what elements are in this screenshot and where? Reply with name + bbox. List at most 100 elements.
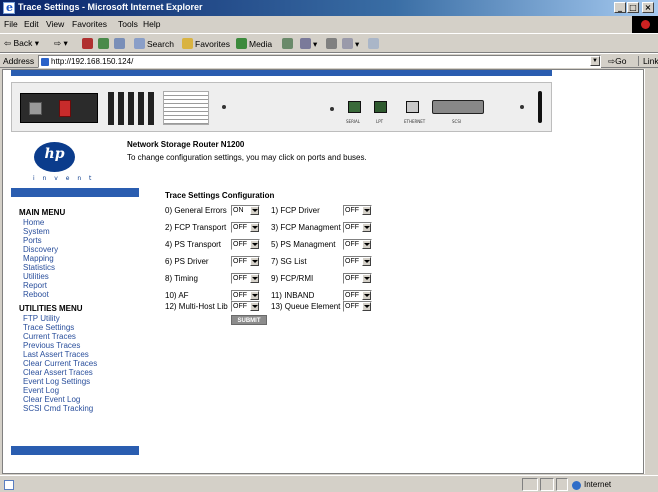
device-label bbox=[163, 91, 209, 125]
search-icon bbox=[134, 38, 145, 49]
search-button[interactable]: Search bbox=[134, 38, 174, 49]
nav-discovery[interactable]: Discovery bbox=[23, 245, 58, 254]
media-button[interactable]: Media bbox=[236, 38, 272, 49]
product-subtitle: To change configuration settings, you ma… bbox=[127, 153, 367, 162]
forward-button[interactable]: ⇨ ▾ bbox=[54, 38, 68, 49]
option-label-ps-managment: 5) PS Managment bbox=[271, 240, 336, 249]
nav-reboot[interactable]: Reboot bbox=[23, 290, 49, 299]
nav-report[interactable]: Report bbox=[23, 281, 47, 290]
hp-invent-tagline: i n v e n t bbox=[33, 175, 95, 182]
nav-clear-assert-traces[interactable]: Clear Assert Traces bbox=[23, 368, 93, 377]
nav-previous-traces[interactable]: Previous Traces bbox=[23, 341, 80, 350]
dropdown-arrow-icon bbox=[250, 206, 259, 215]
dropdown-arrow-icon bbox=[250, 257, 259, 266]
menu-help[interactable]: Help bbox=[143, 19, 160, 29]
address-label: Address bbox=[3, 56, 35, 66]
edit-button[interactable]: ▾ bbox=[342, 38, 359, 50]
print-button[interactable] bbox=[326, 38, 339, 49]
select-ps-managment[interactable]: OFF bbox=[343, 239, 372, 250]
vents bbox=[108, 92, 158, 125]
select-ps-driver[interactable]: OFF bbox=[231, 256, 260, 267]
ie-throbber-icon bbox=[632, 16, 658, 33]
utilities-menu-heading: UTILITIES MENU bbox=[19, 304, 83, 313]
close-button[interactable]: × bbox=[642, 2, 654, 13]
menu-file[interactable]: File bbox=[4, 19, 18, 29]
nav-clear-current-traces[interactable]: Clear Current Traces bbox=[23, 359, 97, 368]
home-button[interactable] bbox=[114, 38, 127, 49]
option-label-fcp-driver: 1) FCP Driver bbox=[271, 206, 320, 215]
select-fcp-rmi[interactable]: OFF bbox=[343, 273, 372, 284]
nav-current-traces[interactable]: Current Traces bbox=[23, 332, 76, 341]
trace-config-heading: Trace Settings Configuration bbox=[165, 191, 275, 200]
nav-divider-top bbox=[11, 188, 139, 197]
nav-scsi-cmd-tracking[interactable]: SCSI Cmd Tracking bbox=[23, 404, 93, 413]
panel-handle bbox=[538, 91, 542, 123]
select-inband[interactable]: OFF bbox=[343, 290, 372, 301]
select-fcp-managment[interactable]: OFF bbox=[343, 222, 372, 233]
nav-divider-bottom bbox=[11, 446, 139, 455]
minimize-button[interactable]: _ bbox=[614, 2, 626, 13]
power-switch-icon bbox=[59, 100, 71, 117]
option-label-general-errors: 0) General Errors bbox=[165, 206, 227, 215]
select-fcp-driver[interactable]: OFF bbox=[343, 205, 372, 216]
led-icon bbox=[330, 107, 334, 111]
nav-statistics[interactable]: Statistics bbox=[23, 263, 55, 272]
select-af[interactable]: OFF bbox=[231, 290, 260, 301]
history-button[interactable] bbox=[282, 38, 295, 49]
option-label-timing: 8) Timing bbox=[165, 274, 198, 283]
nav-system[interactable]: System bbox=[23, 227, 50, 236]
select-sg-list[interactable]: OFF bbox=[343, 256, 372, 267]
router-front-panel-image[interactable]: SERIAL LPT ETHERNET SCSI bbox=[11, 82, 552, 132]
forward-arrow-icon: ⇨ bbox=[54, 38, 62, 48]
menu-view[interactable]: View bbox=[46, 19, 64, 29]
links-button[interactable]: Links bbox=[638, 56, 658, 66]
select-fcp-transport[interactable]: OFF bbox=[231, 222, 260, 233]
select-queue-element[interactable]: OFF bbox=[343, 301, 372, 312]
submit-button[interactable]: SUBMIT bbox=[231, 315, 267, 325]
lpt-port[interactable] bbox=[374, 101, 387, 113]
nav-mapping[interactable]: Mapping bbox=[23, 254, 54, 263]
serial-port-label: SERIAL bbox=[346, 119, 360, 124]
status-cell bbox=[540, 478, 554, 491]
mail-button[interactable]: ▾ bbox=[300, 38, 317, 50]
address-input[interactable]: http://192.168.150.124/ bbox=[38, 55, 601, 68]
option-label-multi-host-lib: 12) Multi-Host Lib bbox=[165, 302, 228, 311]
go-button[interactable]: ⇨Go bbox=[608, 56, 626, 67]
stop-button[interactable] bbox=[82, 38, 95, 49]
scsi-port-label: SCSI bbox=[452, 119, 462, 124]
menu-edit[interactable]: Edit bbox=[24, 19, 39, 29]
discuss-icon bbox=[368, 38, 379, 49]
nav-ftp-utility[interactable]: FTP Utility bbox=[23, 314, 60, 323]
maximize-button[interactable]: □ bbox=[627, 2, 639, 13]
vertical-scrollbar[interactable] bbox=[644, 69, 658, 474]
favorites-button[interactable]: Favorites bbox=[182, 38, 230, 49]
nav-last-assert-traces[interactable]: Last Assert Traces bbox=[23, 350, 89, 359]
ethernet-port[interactable] bbox=[406, 101, 419, 113]
nav-event-log-settings[interactable]: Event Log Settings bbox=[23, 377, 90, 386]
nav-clear-event-log[interactable]: Clear Event Log bbox=[23, 395, 80, 404]
dropdown-arrow-icon bbox=[362, 206, 371, 215]
nav-ports[interactable]: Ports bbox=[23, 236, 42, 245]
discuss-button[interactable] bbox=[368, 38, 381, 49]
address-dropdown-icon[interactable]: ▼ bbox=[590, 56, 600, 66]
option-label-fcp-transport: 2) FCP Transport bbox=[165, 223, 227, 232]
serial-port[interactable] bbox=[348, 101, 361, 113]
menu-tools[interactable]: Tools bbox=[118, 19, 138, 29]
dropdown-arrow-icon bbox=[362, 223, 371, 232]
nav-home[interactable]: Home bbox=[23, 218, 44, 227]
nav-event-log[interactable]: Event Log bbox=[23, 386, 59, 395]
select-multi-host-lib[interactable]: OFF bbox=[231, 301, 260, 312]
dropdown-arrow-icon bbox=[362, 302, 371, 311]
nav-utilities[interactable]: Utilities bbox=[23, 272, 49, 281]
scsi-port[interactable] bbox=[432, 100, 484, 114]
select-timing[interactable]: OFF bbox=[231, 273, 260, 284]
back-button[interactable]: ⇦ Back ▾ bbox=[4, 38, 39, 49]
menu-favorites[interactable]: Favorites bbox=[72, 19, 107, 29]
refresh-button[interactable] bbox=[98, 38, 111, 49]
dropdown-arrow-icon bbox=[362, 291, 371, 300]
select-ps-transport[interactable]: OFF bbox=[231, 239, 260, 250]
select-general-errors[interactable]: ON bbox=[231, 205, 260, 216]
nav-trace-settings[interactable]: Trace Settings bbox=[23, 323, 74, 332]
status-cell bbox=[556, 478, 568, 491]
dropdown-arrow-icon bbox=[250, 223, 259, 232]
